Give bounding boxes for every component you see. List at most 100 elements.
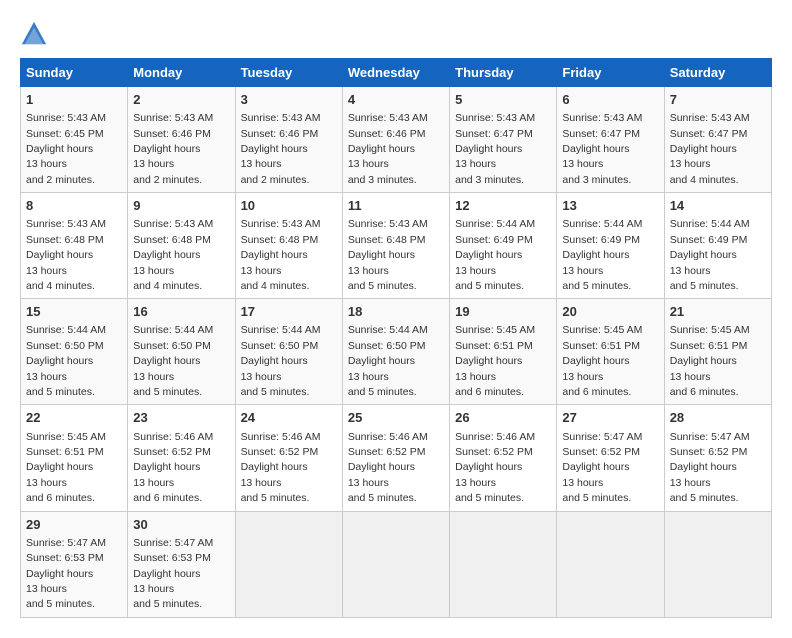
calendar-cell: 5 Sunrise: 5:43 AMSunset: 6:47 PMDaylight… bbox=[450, 87, 557, 193]
calendar-cell: 8 Sunrise: 5:43 AMSunset: 6:48 PMDaylight… bbox=[21, 193, 128, 299]
day-info: Sunrise: 5:43 AMSunset: 6:48 PMDaylight … bbox=[26, 218, 106, 292]
day-number: 20 bbox=[562, 303, 658, 321]
calendar-cell: 16 Sunrise: 5:44 AMSunset: 6:50 PMDayligh… bbox=[128, 299, 235, 405]
day-info: Sunrise: 5:44 AMSunset: 6:50 PMDaylight … bbox=[241, 324, 321, 398]
week-row-2: 8 Sunrise: 5:43 AMSunset: 6:48 PMDaylight… bbox=[21, 193, 772, 299]
day-info: Sunrise: 5:45 AMSunset: 6:51 PMDaylight … bbox=[562, 324, 642, 398]
day-info: Sunrise: 5:43 AMSunset: 6:46 PMDaylight … bbox=[348, 112, 428, 186]
day-info: Sunrise: 5:43 AMSunset: 6:45 PMDaylight … bbox=[26, 112, 106, 186]
day-number: 11 bbox=[348, 197, 444, 215]
calendar-table: SundayMondayTuesdayWednesdayThursdayFrid… bbox=[20, 58, 772, 618]
day-number: 29 bbox=[26, 516, 122, 534]
calendar-cell: 21 Sunrise: 5:45 AMSunset: 6:51 PMDayligh… bbox=[664, 299, 771, 405]
header-sunday: Sunday bbox=[21, 59, 128, 87]
calendar-cell: 27Sunrise: 5:47 AMSunset: 6:52 PMDayligh… bbox=[557, 405, 664, 511]
calendar-cell bbox=[450, 511, 557, 617]
calendar-cell: 14 Sunrise: 5:44 AMSunset: 6:49 PMDayligh… bbox=[664, 193, 771, 299]
calendar-cell: 7Sunrise: 5:43 AMSunset: 6:47 PMDaylight… bbox=[664, 87, 771, 193]
calendar-cell bbox=[557, 511, 664, 617]
day-number: 7 bbox=[670, 91, 766, 109]
day-number: 6 bbox=[562, 91, 658, 109]
calendar-cell: 23 Sunrise: 5:46 AMSunset: 6:52 PMDayligh… bbox=[128, 405, 235, 511]
calendar-cell: 2Sunrise: 5:43 AMSunset: 6:46 PMDaylight… bbox=[128, 87, 235, 193]
day-number: 15 bbox=[26, 303, 122, 321]
calendar-cell: 26Sunrise: 5:46 AMSunset: 6:52 PMDayligh… bbox=[450, 405, 557, 511]
calendar-cell: 19Sunrise: 5:45 AMSunset: 6:51 PMDayligh… bbox=[450, 299, 557, 405]
day-number: 12 bbox=[455, 197, 551, 215]
day-number: 30 bbox=[133, 516, 229, 534]
day-number: 25 bbox=[348, 409, 444, 427]
day-number: 10 bbox=[241, 197, 337, 215]
day-info: Sunrise: 5:47 AMSunset: 6:52 PMDaylight … bbox=[562, 431, 642, 505]
day-info: Sunrise: 5:44 AMSunset: 6:50 PMDaylight … bbox=[26, 324, 106, 398]
day-number: 14 bbox=[670, 197, 766, 215]
day-number: 8 bbox=[26, 197, 122, 215]
day-number: 5 bbox=[455, 91, 551, 109]
header-row: SundayMondayTuesdayWednesdayThursdayFrid… bbox=[21, 59, 772, 87]
day-info: Sunrise: 5:47 AMSunset: 6:53 PMDaylight … bbox=[26, 537, 106, 611]
day-number: 9 bbox=[133, 197, 229, 215]
calendar-cell: 25 Sunrise: 5:46 AMSunset: 6:52 PMDayligh… bbox=[342, 405, 449, 511]
calendar-cell: 9 Sunrise: 5:43 AMSunset: 6:48 PMDaylight… bbox=[128, 193, 235, 299]
day-info: Sunrise: 5:43 AMSunset: 6:47 PMDaylight … bbox=[562, 112, 642, 186]
calendar-cell: 11 Sunrise: 5:43 AMSunset: 6:48 PMDayligh… bbox=[342, 193, 449, 299]
day-number: 22 bbox=[26, 409, 122, 427]
day-number: 4 bbox=[348, 91, 444, 109]
header-saturday: Saturday bbox=[664, 59, 771, 87]
day-number: 16 bbox=[133, 303, 229, 321]
calendar-cell: 15 Sunrise: 5:44 AMSunset: 6:50 PMDayligh… bbox=[21, 299, 128, 405]
day-number: 17 bbox=[241, 303, 337, 321]
header-thursday: Thursday bbox=[450, 59, 557, 87]
header-friday: Friday bbox=[557, 59, 664, 87]
header-monday: Monday bbox=[128, 59, 235, 87]
day-info: Sunrise: 5:44 AMSunset: 6:50 PMDaylight … bbox=[348, 324, 428, 398]
calendar-cell: 22 Sunrise: 5:45 AMSunset: 6:51 PMDayligh… bbox=[21, 405, 128, 511]
logo bbox=[20, 20, 52, 48]
day-number: 3 bbox=[241, 91, 337, 109]
calendar-cell: 28 Sunrise: 5:47 AMSunset: 6:52 PMDayligh… bbox=[664, 405, 771, 511]
calendar-cell bbox=[235, 511, 342, 617]
day-info: Sunrise: 5:44 AMSunset: 6:49 PMDaylight … bbox=[562, 218, 642, 292]
day-number: 18 bbox=[348, 303, 444, 321]
day-info: Sunrise: 5:46 AMSunset: 6:52 PMDaylight … bbox=[455, 431, 535, 505]
header-tuesday: Tuesday bbox=[235, 59, 342, 87]
day-info: Sunrise: 5:44 AMSunset: 6:50 PMDaylight … bbox=[133, 324, 213, 398]
page-header bbox=[20, 20, 772, 48]
week-row-4: 22 Sunrise: 5:45 AMSunset: 6:51 PMDayligh… bbox=[21, 405, 772, 511]
day-number: 2 bbox=[133, 91, 229, 109]
week-row-5: 29 Sunrise: 5:47 AMSunset: 6:53 PMDayligh… bbox=[21, 511, 772, 617]
calendar-cell: 29 Sunrise: 5:47 AMSunset: 6:53 PMDayligh… bbox=[21, 511, 128, 617]
calendar-cell: 20 Sunrise: 5:45 AMSunset: 6:51 PMDayligh… bbox=[557, 299, 664, 405]
week-row-3: 15 Sunrise: 5:44 AMSunset: 6:50 PMDayligh… bbox=[21, 299, 772, 405]
calendar-cell: 30 Sunrise: 5:47 AMSunset: 6:53 PMDayligh… bbox=[128, 511, 235, 617]
day-info: Sunrise: 5:43 AMSunset: 6:46 PMDaylight … bbox=[241, 112, 321, 186]
day-info: Sunrise: 5:43 AMSunset: 6:47 PMDaylight … bbox=[455, 112, 535, 186]
day-number: 28 bbox=[670, 409, 766, 427]
week-row-1: 1Sunrise: 5:43 AMSunset: 6:45 PMDaylight… bbox=[21, 87, 772, 193]
calendar-cell: 3 Sunrise: 5:43 AMSunset: 6:46 PMDaylight… bbox=[235, 87, 342, 193]
calendar-cell: 10 Sunrise: 5:43 AMSunset: 6:48 PMDayligh… bbox=[235, 193, 342, 299]
header-wednesday: Wednesday bbox=[342, 59, 449, 87]
calendar-cell bbox=[664, 511, 771, 617]
day-info: Sunrise: 5:45 AMSunset: 6:51 PMDaylight … bbox=[670, 324, 750, 398]
day-info: Sunrise: 5:46 AMSunset: 6:52 PMDaylight … bbox=[348, 431, 428, 505]
day-info: Sunrise: 5:43 AMSunset: 6:48 PMDaylight … bbox=[133, 218, 213, 292]
day-info: Sunrise: 5:46 AMSunset: 6:52 PMDaylight … bbox=[241, 431, 321, 505]
day-info: Sunrise: 5:44 AMSunset: 6:49 PMDaylight … bbox=[455, 218, 535, 292]
day-info: Sunrise: 5:43 AMSunset: 6:48 PMDaylight … bbox=[348, 218, 428, 292]
day-number: 23 bbox=[133, 409, 229, 427]
calendar-cell: 1Sunrise: 5:43 AMSunset: 6:45 PMDaylight… bbox=[21, 87, 128, 193]
day-info: Sunrise: 5:45 AMSunset: 6:51 PMDaylight … bbox=[26, 431, 106, 505]
day-info: Sunrise: 5:43 AMSunset: 6:48 PMDaylight … bbox=[241, 218, 321, 292]
calendar-cell: 24Sunrise: 5:46 AMSunset: 6:52 PMDayligh… bbox=[235, 405, 342, 511]
day-number: 21 bbox=[670, 303, 766, 321]
calendar-cell: 4 Sunrise: 5:43 AMSunset: 6:46 PMDaylight… bbox=[342, 87, 449, 193]
day-info: Sunrise: 5:44 AMSunset: 6:49 PMDaylight … bbox=[670, 218, 750, 292]
day-info: Sunrise: 5:47 AMSunset: 6:53 PMDaylight … bbox=[133, 537, 213, 611]
calendar-cell: 12 Sunrise: 5:44 AMSunset: 6:49 PMDayligh… bbox=[450, 193, 557, 299]
day-info: Sunrise: 5:47 AMSunset: 6:52 PMDaylight … bbox=[670, 431, 750, 505]
calendar-cell bbox=[342, 511, 449, 617]
day-info: Sunrise: 5:45 AMSunset: 6:51 PMDaylight … bbox=[455, 324, 535, 398]
day-info: Sunrise: 5:46 AMSunset: 6:52 PMDaylight … bbox=[133, 431, 213, 505]
calendar-cell: 17 Sunrise: 5:44 AMSunset: 6:50 PMDayligh… bbox=[235, 299, 342, 405]
